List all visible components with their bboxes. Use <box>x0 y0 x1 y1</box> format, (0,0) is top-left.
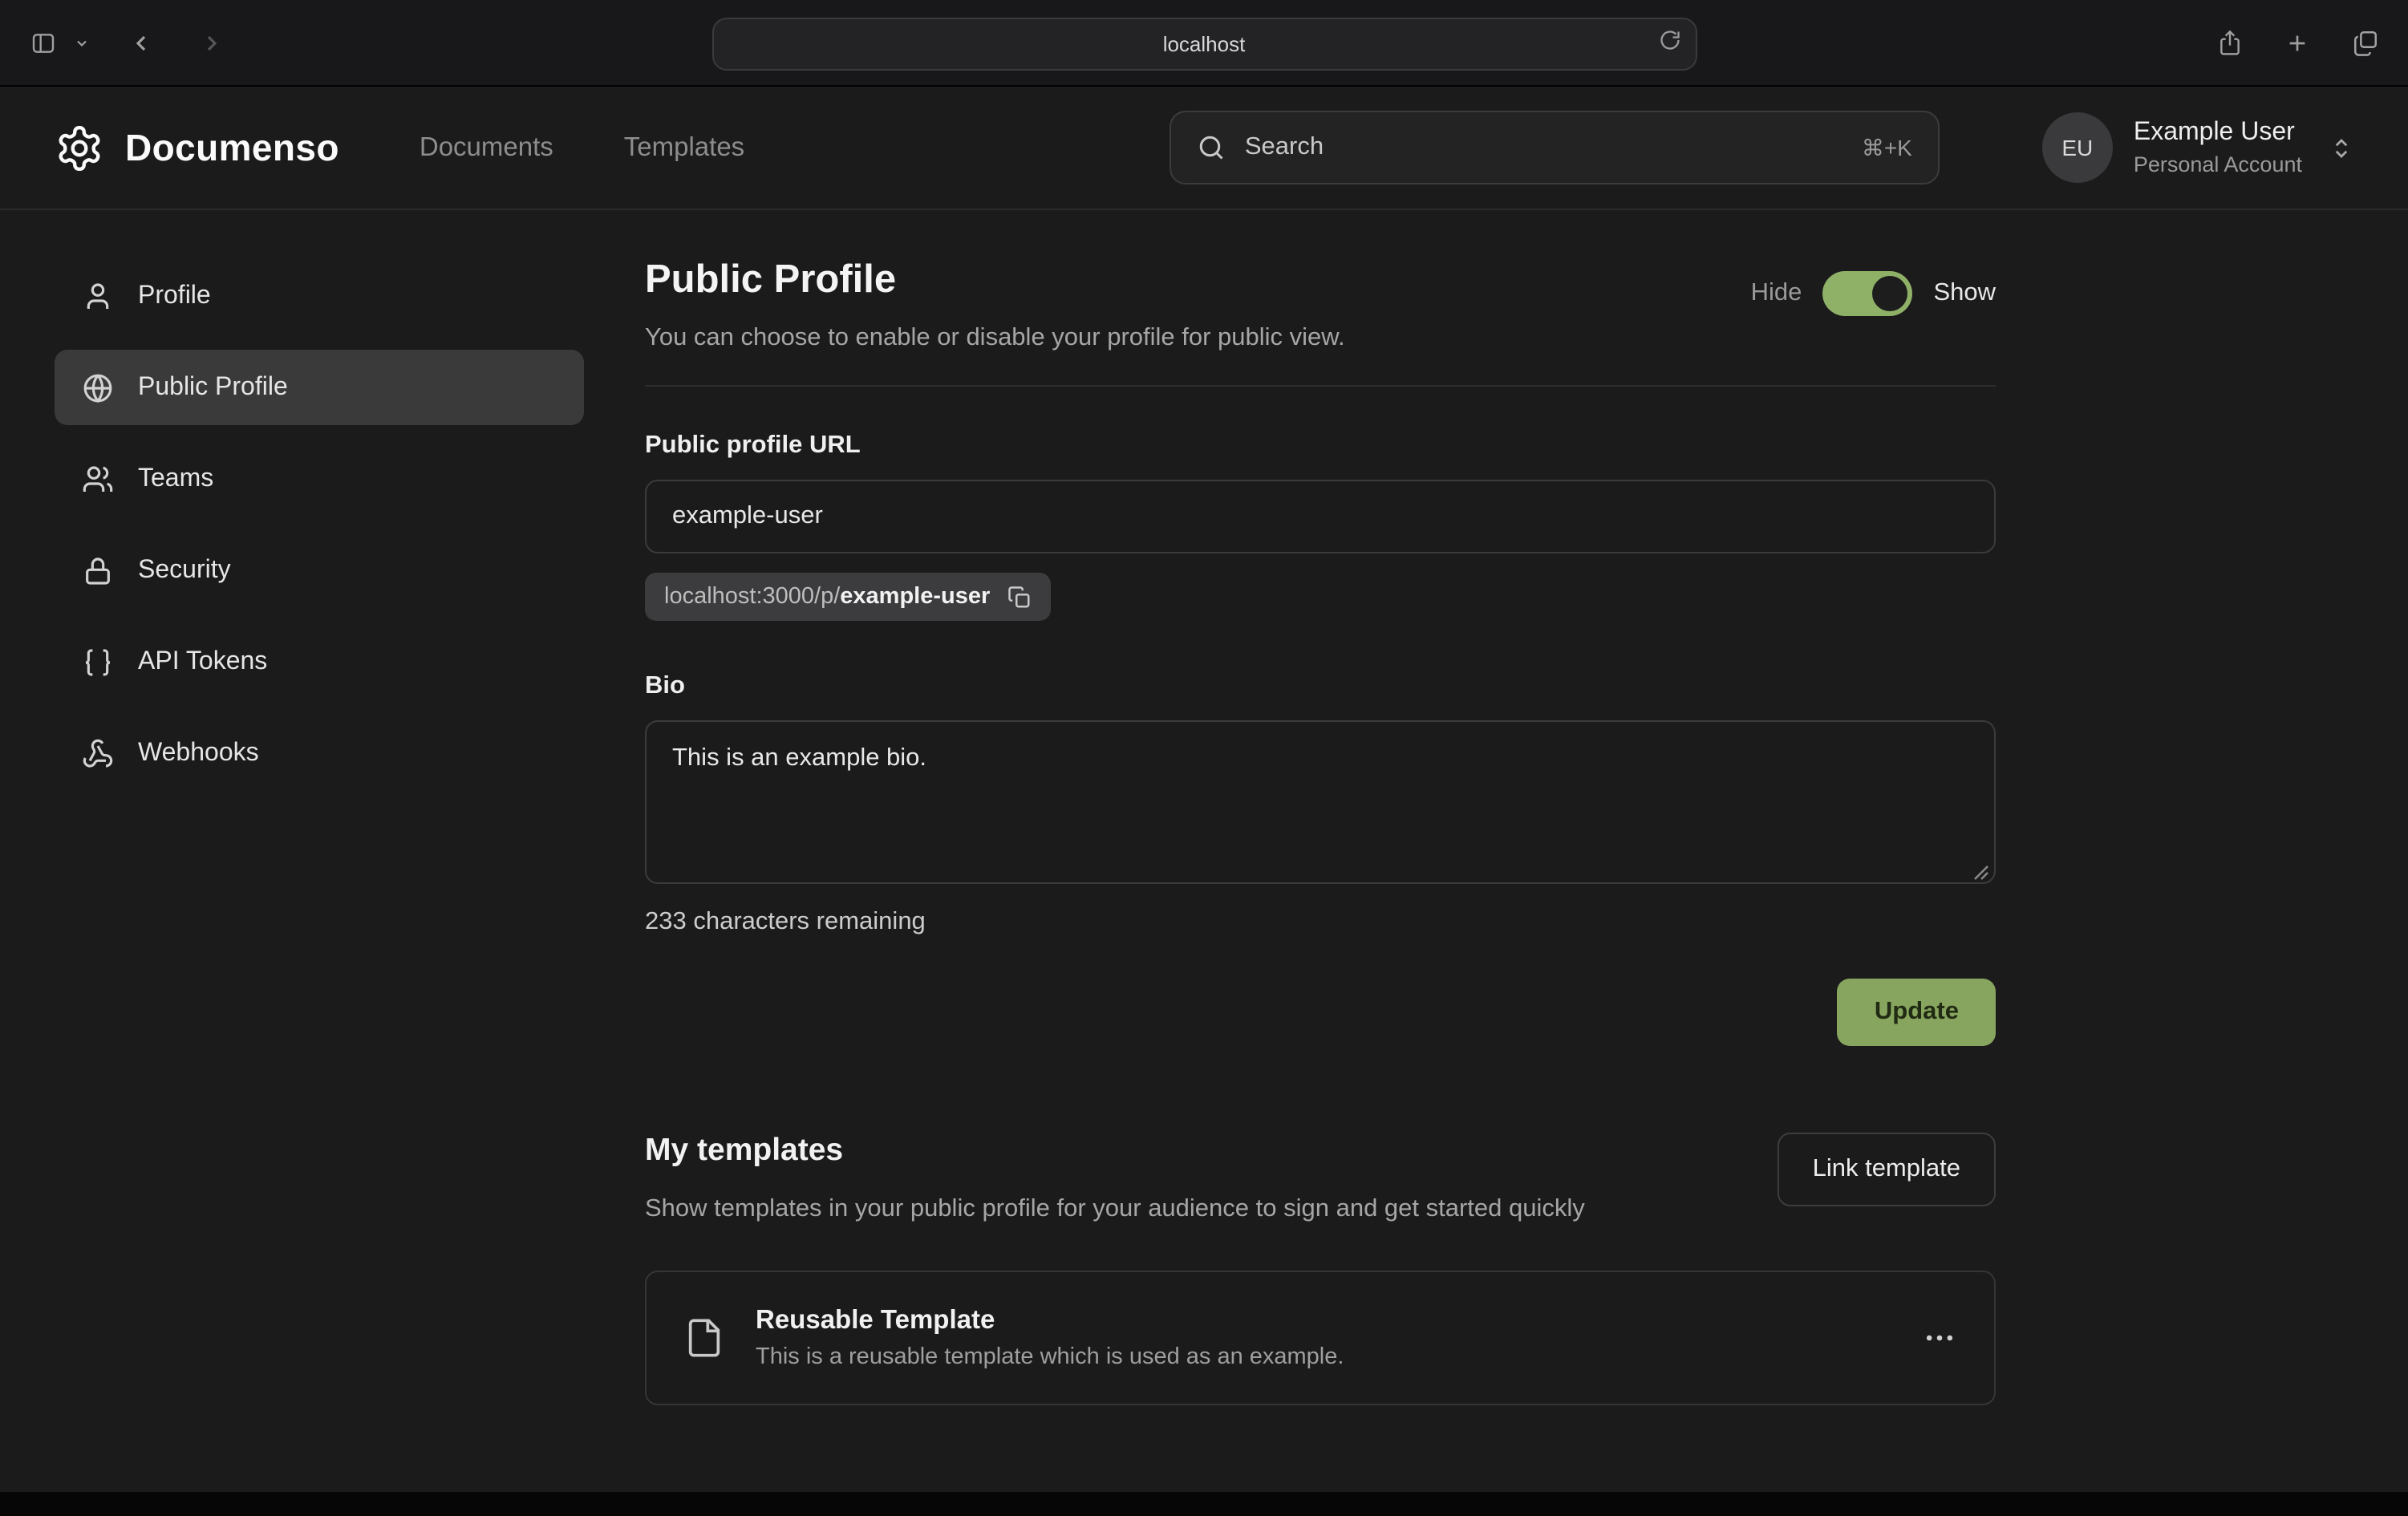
brand[interactable]: Documenso <box>55 123 339 172</box>
users-icon <box>82 463 114 495</box>
chevrons-up-down-icon <box>2329 136 2353 160</box>
templates-head-text: My templates Show templates in your publ… <box>645 1133 1585 1229</box>
search-icon <box>1197 133 1226 162</box>
sidebar-item-webhooks[interactable]: Webhooks <box>55 715 584 791</box>
resize-handle-icon[interactable] <box>1973 865 1989 881</box>
sidebar-item-label: Webhooks <box>138 739 259 768</box>
sidebar-item-security[interactable]: Security <box>55 533 584 608</box>
file-icon <box>683 1315 725 1360</box>
app-header: Documenso Documents Templates Search ⌘+K… <box>0 87 2408 210</box>
account-name: Example User <box>2134 119 2302 148</box>
global-search[interactable]: Search ⌘+K <box>1170 111 1940 184</box>
refresh-icon[interactable] <box>1658 29 1680 51</box>
template-card: Reusable Template This is a reusable tem… <box>645 1271 1996 1405</box>
sidebar-item-profile[interactable]: Profile <box>55 258 584 334</box>
divider <box>645 385 1996 387</box>
sidebar-item-label: API Tokens <box>138 647 267 676</box>
settings-layout: Profile Public Profile Teams <box>0 210 2408 1492</box>
templates-description: Show templates in your public profile fo… <box>645 1190 1585 1229</box>
search-shortcut: ⌘+K <box>1862 134 1912 161</box>
url-field-label: Public profile URL <box>645 432 1996 460</box>
browser-actions <box>2217 28 2379 57</box>
show-label: Show <box>1933 279 1996 308</box>
avatar: EU <box>2042 112 2113 183</box>
settings-sidebar: Profile Public Profile Teams <box>55 258 584 1492</box>
sidebar-toggle-icon[interactable] <box>29 30 58 55</box>
update-row: Update <box>645 979 1996 1046</box>
visibility-control: Hide Show <box>1751 271 1996 316</box>
profile-url-preview: localhost:3000/p/example-user <box>645 573 1051 621</box>
new-tab-icon[interactable] <box>2284 30 2310 55</box>
forward-icon[interactable] <box>199 30 225 55</box>
account-menu[interactable]: EU Example User Personal Account <box>2042 112 2353 183</box>
webhook-icon <box>82 737 114 769</box>
page-subtitle: You can choose to enable or disable your… <box>645 324 1345 353</box>
url-prefix: localhost:3000/p/ <box>664 584 840 610</box>
bio-textarea[interactable]: This is an example bio. <box>645 720 1996 884</box>
lock-icon <box>82 554 114 586</box>
copy-icon[interactable] <box>1007 585 1032 609</box>
more-options-icon[interactable] <box>1922 1320 1957 1356</box>
public-profile-settings: Public Profile You can choose to enable … <box>645 258 1996 1492</box>
user-icon <box>82 280 114 312</box>
braces-icon <box>82 646 114 678</box>
bio-field-label: Bio <box>645 672 1996 701</box>
sidebar-item-label: Security <box>138 556 231 585</box>
toggle-knob <box>1872 276 1907 311</box>
templates-title: My templates <box>645 1133 1585 1169</box>
template-description: This is a reusable template which is use… <box>756 1344 1344 1370</box>
nav-documents[interactable]: Documents <box>420 132 553 163</box>
window-bottom-strip <box>0 1492 2408 1516</box>
template-card-text: Reusable Template This is a reusable tem… <box>756 1306 1344 1370</box>
page-head: Public Profile You can choose to enable … <box>645 258 1996 353</box>
share-icon[interactable] <box>2217 28 2243 57</box>
sidebar-item-api-tokens[interactable]: API Tokens <box>55 624 584 699</box>
tab-overview-icon[interactable] <box>2352 29 2379 56</box>
brand-name: Documenso <box>125 126 339 169</box>
link-template-button[interactable]: Link template <box>1778 1133 1996 1206</box>
documenso-logo-icon <box>55 123 104 172</box>
url-slug: example-user <box>840 584 990 610</box>
hide-label: Hide <box>1751 279 1802 308</box>
account-text: Example User Personal Account <box>2134 119 2302 176</box>
sidebar-item-public-profile[interactable]: Public Profile <box>55 350 584 425</box>
sidebar-item-label: Teams <box>138 464 213 493</box>
characters-remaining: 233 characters remaining <box>645 908 1996 937</box>
top-nav: Documents Templates <box>420 132 744 163</box>
nav-templates[interactable]: Templates <box>624 132 744 163</box>
templates-head: My templates Show templates in your publ… <box>645 1133 1996 1229</box>
back-icon[interactable] <box>128 30 154 55</box>
sidebar-item-label: Public Profile <box>138 373 288 402</box>
url-text: localhost <box>1163 32 1246 56</box>
update-button[interactable]: Update <box>1838 979 1996 1046</box>
page-title: Public Profile <box>645 258 1345 303</box>
documenso-app: Documenso Documents Templates Search ⌘+K… <box>0 87 2408 1492</box>
sidebar-item-label: Profile <box>138 282 211 310</box>
profile-visibility-toggle[interactable] <box>1822 271 1912 316</box>
account-type: Personal Account <box>2134 152 2302 176</box>
address-bar[interactable]: localhost <box>711 18 1697 71</box>
globe-icon <box>82 371 114 403</box>
browser-toolbar: localhost <box>0 0 2408 87</box>
browser-nav-controls <box>29 30 225 55</box>
template-title: Reusable Template <box>756 1306 1344 1336</box>
bio-wrap: This is an example bio. <box>645 720 1996 892</box>
sidebar-chevron-down-icon[interactable] <box>74 34 90 51</box>
sidebar-item-teams[interactable]: Teams <box>55 441 584 517</box>
profile-url-input[interactable] <box>645 480 1996 553</box>
browser-window: localhost <box>0 0 2408 1516</box>
page-head-text: Public Profile You can choose to enable … <box>645 258 1345 353</box>
search-placeholder: Search <box>1245 133 1324 162</box>
